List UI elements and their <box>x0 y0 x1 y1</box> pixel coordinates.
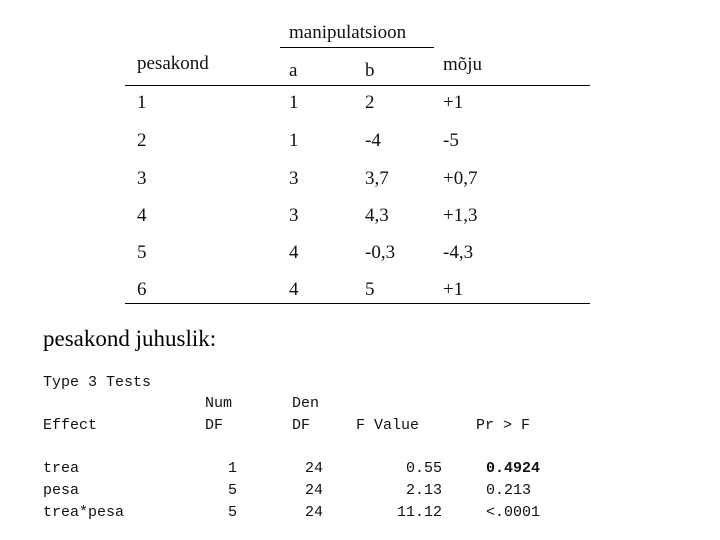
group-header-manipulatsioon: manipulatsioon <box>289 22 407 43</box>
header-moju: mõju <box>443 54 483 75</box>
sas-cell-num-df: 1 <box>227 460 237 477</box>
cell-moju: +1,3 <box>443 205 478 226</box>
sas-cell-fvalue: 11.12 <box>396 504 442 521</box>
cell-moju: +1 <box>443 92 464 113</box>
cell-a: 4 <box>289 279 299 300</box>
cell-moju: -5 <box>443 130 459 151</box>
cell-a: 3 <box>289 168 299 189</box>
header-den-df: DF <box>292 417 311 434</box>
sas-cell-fvalue: 2.13 <box>405 482 442 499</box>
sas-cell-effect: pesa <box>43 482 80 499</box>
header-b: b <box>365 60 375 81</box>
sas-cell-num-df: 5 <box>227 482 237 499</box>
cell-a: 3 <box>289 205 299 226</box>
cell-b: -4 <box>365 130 381 151</box>
sas-cell-den-df: 24 <box>304 482 323 499</box>
bottom-rule <box>125 303 590 304</box>
sas-cell-fvalue: 0.55 <box>405 460 442 477</box>
sas-cell-effect: trea <box>43 460 80 477</box>
sas-cell-pr: 0.4924 <box>486 460 541 477</box>
cell-a: 1 <box>289 130 299 151</box>
cell-pesakond: 4 <box>137 205 147 226</box>
group-header-rule <box>280 47 434 48</box>
cell-moju: -4,3 <box>443 242 474 263</box>
header-a: a <box>289 60 298 81</box>
sas-title: Type 3 Tests <box>43 374 152 391</box>
cell-a: 1 <box>289 92 299 113</box>
header-rule <box>125 85 590 86</box>
header-f-value: F Value <box>356 417 420 434</box>
section-title: pesakond juhuslik: <box>43 326 217 351</box>
cell-pesakond: 1 <box>137 92 147 113</box>
cell-moju: +1 <box>443 279 464 300</box>
sas-cell-den-df: 24 <box>304 504 323 521</box>
cell-b: 4,3 <box>365 205 389 226</box>
cell-pesakond: 2 <box>137 130 147 151</box>
cell-pesakond: 6 <box>137 279 147 300</box>
sas-cell-den-df: 24 <box>304 460 323 477</box>
header-pr-f: Pr > F <box>476 417 531 434</box>
cell-b: -0,3 <box>365 242 396 263</box>
header-effect: Effect <box>43 417 98 434</box>
header-pesakond: pesakond <box>137 53 209 74</box>
sas-cell-effect: trea*pesa <box>43 504 125 521</box>
header-num-top: Num <box>205 395 233 412</box>
cell-b: 2 <box>365 92 375 113</box>
sas-cell-pr: <.0001 <box>486 504 541 521</box>
header-den-top: Den <box>292 395 320 412</box>
cell-pesakond: 5 <box>137 242 147 263</box>
sas-cell-pr: 0.213 <box>486 482 532 499</box>
cell-b: 5 <box>365 279 375 300</box>
cell-pesakond: 3 <box>137 168 147 189</box>
cell-a: 4 <box>289 242 299 263</box>
cell-b: 3,7 <box>365 168 389 189</box>
header-num-df: DF <box>205 417 224 434</box>
cell-moju: +0,7 <box>443 168 478 189</box>
sas-cell-num-df: 5 <box>227 504 237 521</box>
